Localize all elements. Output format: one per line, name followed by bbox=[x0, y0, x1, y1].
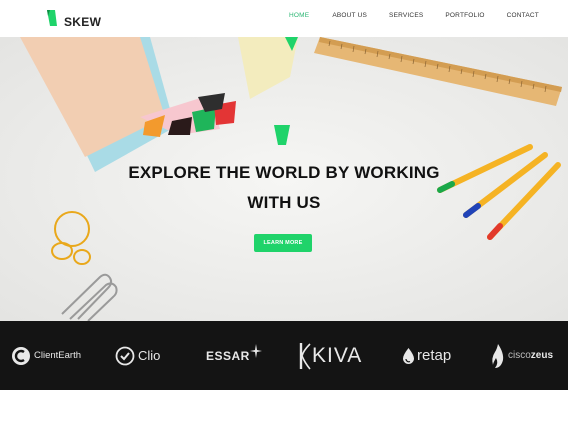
nav-item-contact[interactable]: CONTACT bbox=[507, 12, 539, 19]
page-bottom-area bbox=[0, 390, 568, 428]
clio-check-icon bbox=[115, 346, 135, 365]
learn-more-button[interactable]: LEARN MORE bbox=[254, 234, 312, 252]
clients-logo-strip: ClientEarth Clio ESSAR KIVA retap cisco … bbox=[0, 321, 568, 390]
hero-title-line-2: WITH US bbox=[247, 193, 321, 212]
ciscozeus-flame-icon bbox=[492, 343, 504, 368]
brand-name: SKEW bbox=[64, 15, 102, 29]
client-logo-essar: ESSAR bbox=[206, 321, 262, 390]
essar-star-icon bbox=[249, 343, 262, 358]
client-logo-ciscozeus: cisco zeus bbox=[491, 321, 553, 390]
clientearth-logo-icon bbox=[12, 346, 30, 365]
nav-item-services[interactable]: SERVICES bbox=[389, 12, 423, 19]
client-name: ESSAR bbox=[206, 348, 250, 363]
nav-item-about-us[interactable]: ABOUT US bbox=[332, 12, 367, 19]
client-logo-kiva: KIVA bbox=[299, 321, 362, 390]
client-logo-retap: retap bbox=[402, 321, 451, 390]
client-name: KIVA bbox=[312, 343, 363, 367]
main-nav: HOME ABOUT US SERVICES PORTFOLIO CONTACT bbox=[289, 12, 539, 19]
client-name: retap bbox=[417, 347, 452, 364]
client-logo-clientearth: ClientEarth bbox=[11, 321, 81, 390]
nav-item-portfolio[interactable]: PORTFOLIO bbox=[445, 12, 484, 19]
page: SKEW HOME ABOUT US SERVICES PORTFOLIO CO… bbox=[0, 0, 568, 428]
skew-logo-icon bbox=[47, 9, 57, 26]
retap-drop-icon bbox=[403, 347, 414, 364]
hero-title-line-1: EXPLORE THE WORLD BY WORKING bbox=[128, 163, 440, 182]
nav-item-home[interactable]: HOME bbox=[289, 12, 309, 19]
client-name-zeus: zeus bbox=[530, 350, 554, 361]
client-name: Clio bbox=[138, 348, 161, 363]
hero-section: EXPLORE THE WORLD BY WORKING WITH US LEA… bbox=[0, 37, 568, 321]
site-header: SKEW HOME ABOUT US SERVICES PORTFOLIO CO… bbox=[0, 0, 568, 37]
client-name-cisco: cisco bbox=[508, 350, 531, 361]
client-name: ClientEarth bbox=[34, 350, 81, 361]
client-logo-clio: Clio bbox=[115, 321, 160, 390]
brand-logo[interactable]: SKEW bbox=[46, 8, 101, 29]
kiva-logo-icon bbox=[299, 342, 311, 370]
